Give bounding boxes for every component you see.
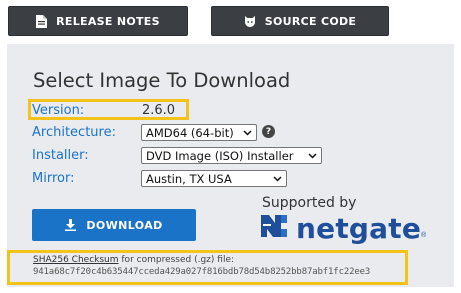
architecture-label: Architecture: (32, 125, 116, 140)
download-button[interactable]: DOWNLOAD (32, 209, 196, 241)
release-notes-label: RELEASE NOTES (56, 14, 160, 28)
netgate-logo[interactable]: netgate ® (259, 212, 426, 245)
architecture-select-value: AMD64 (64-bit) (146, 125, 234, 140)
installer-select-value: DVD Image (ISO) Installer (146, 148, 294, 163)
checksum-line: SHA256 Checksum for compressed (.gz) fil… (33, 255, 234, 265)
trademark-symbol: ® (421, 232, 427, 239)
mirror-select[interactable]: Austin, TX USA (141, 170, 287, 187)
architecture-select[interactable]: AMD64 (64-bit) (141, 124, 257, 141)
help-icon[interactable]: ? (262, 125, 275, 138)
download-icon (65, 219, 77, 231)
netgate-wordmark: netgate (296, 212, 422, 245)
version-value: 2.6.0 (142, 103, 176, 118)
mirror-label: Mirror: (32, 171, 75, 186)
installer-label: Installer: (32, 148, 89, 163)
release-notes-button[interactable]: RELEASE NOTES (8, 6, 188, 36)
checksum-hash: 941a68c7f20c4b635447cceda429a027f816bdb7… (33, 267, 371, 277)
sha256-checksum-link[interactable]: SHA256 Checksum (33, 255, 119, 265)
github-icon (244, 15, 256, 27)
source-code-button[interactable]: SOURCE CODE (211, 6, 389, 36)
chevron-down-icon (273, 175, 282, 182)
download-panel: Select Image To Download Version: 2.6.0 … (7, 44, 454, 287)
source-code-label: SOURCE CODE (264, 14, 357, 28)
version-label: Version: (32, 103, 85, 118)
document-icon (36, 14, 48, 28)
chevron-down-icon (308, 152, 317, 159)
chevron-down-icon (243, 129, 252, 136)
installer-select[interactable]: DVD Image (ISO) Installer (141, 147, 322, 164)
mirror-select-value: Austin, TX USA (146, 171, 232, 186)
netgate-mark-icon (259, 213, 289, 244)
download-label: DOWNLOAD (86, 218, 163, 232)
supported-by-text: Supported by (262, 195, 357, 211)
panel-title: Select Image To Download (33, 69, 291, 92)
checksum-description: for compressed (.gz) file: (118, 255, 235, 265)
